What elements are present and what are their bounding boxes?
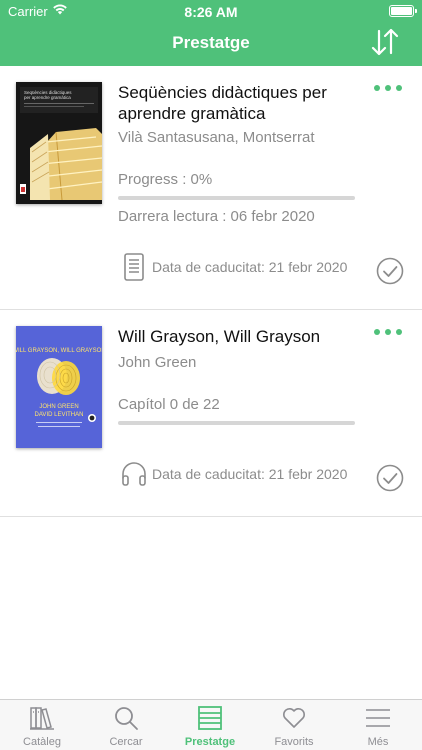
more-options-button[interactable]: [374, 327, 402, 337]
svg-text:WILL GRAYSON, WILL GRAYSON: WILL GRAYSON, WILL GRAYSON: [16, 348, 102, 354]
headphones-icon: [122, 462, 146, 486]
book-cover-image: Seqüències didàctiques per aprendre gram…: [16, 82, 102, 204]
svg-text:per aprendre gramàtica: per aprendre gramàtica: [24, 95, 71, 100]
chapter-progress-label: Capítol 0 de 22: [118, 396, 220, 413]
book-author: John Green: [118, 354, 197, 371]
return-check-icon[interactable]: [376, 464, 404, 492]
tab-label: Més: [367, 736, 389, 748]
menu-icon: [366, 709, 390, 727]
tab-label: Cercar: [109, 736, 143, 748]
sort-button[interactable]: [370, 28, 400, 56]
book-cover[interactable]: Seqüències didàctiques per aprendre gram…: [16, 82, 102, 204]
tab-bar: Catàleg Cercar Prestatge Favorits Més: [0, 699, 422, 750]
book-card[interactable]: WILL GRAYSON, WILL GRAYSON JOHN GREEN DA…: [0, 310, 422, 517]
search-icon: [115, 707, 138, 730]
more-options-button[interactable]: [374, 83, 402, 93]
shelf-icon: [198, 706, 222, 730]
return-check-icon[interactable]: [376, 257, 404, 285]
heart-icon: [283, 708, 305, 728]
tab-label: Catàleg: [23, 736, 61, 748]
progress-label: Progress : 0%: [118, 171, 213, 188]
book-card[interactable]: Seqüències didàctiques per aprendre gram…: [0, 66, 422, 310]
svg-text:JOHN GREEN: JOHN GREEN: [39, 404, 78, 410]
expiry-date: Data de caducitat: 21 febr 2020: [152, 259, 348, 275]
tab-cercar[interactable]: Cercar: [84, 700, 168, 750]
progress-bar: [118, 196, 355, 200]
progress-bar: [118, 421, 355, 425]
books-icon: [30, 707, 54, 730]
status-bar: Carrier 8:26 AM: [0, 0, 422, 22]
book-cover-image: WILL GRAYSON, WILL GRAYSON JOHN GREEN DA…: [16, 326, 102, 448]
tab-cataleg[interactable]: Catàleg: [0, 700, 84, 750]
page-title: Prestatge: [172, 33, 250, 52]
expiry-date: Data de caducitat: 21 febr 2020: [152, 466, 348, 482]
last-read-date: Darrera lectura : 06 febr 2020: [118, 208, 315, 225]
tab-favorits[interactable]: Favorits: [252, 700, 336, 750]
book-cover[interactable]: WILL GRAYSON, WILL GRAYSON JOHN GREEN DA…: [16, 326, 102, 448]
navigation-bar: Carrier 8:26 AM Prestatge: [0, 0, 422, 66]
tab-label: Favorits: [274, 736, 314, 748]
svg-text:DAVID LEVITHAN: DAVID LEVITHAN: [35, 412, 84, 418]
tab-mes[interactable]: Més: [336, 700, 420, 750]
book-title[interactable]: Seqüències didàctiques per aprendre gram…: [118, 82, 368, 124]
book-author: Vilà Santasusana, Montserrat: [118, 129, 315, 146]
battery-icon: [389, 5, 417, 17]
tab-prestatge[interactable]: Prestatge: [168, 700, 252, 750]
book-title[interactable]: Will Grayson, Will Grayson: [118, 326, 368, 347]
tab-label: Prestatge: [184, 736, 236, 748]
ebook-icon: [124, 253, 144, 281]
clock: 8:26 AM: [184, 4, 238, 20]
